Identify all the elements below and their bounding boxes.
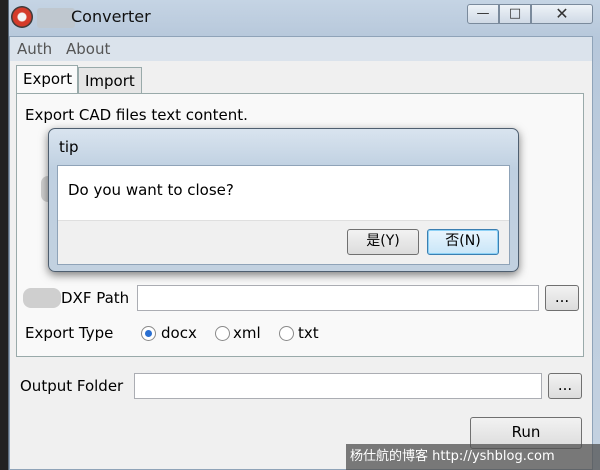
title-redacted (37, 8, 75, 28)
output-browse-button[interactable]: ... (548, 373, 582, 399)
tab-import[interactable]: Import (78, 67, 142, 93)
dialog-body: Do you want to close? 是(Y) 否(N) (57, 165, 510, 265)
redacted-blob (23, 288, 61, 308)
radio-txt-label[interactable]: txt (298, 324, 319, 342)
title-bar[interactable]: Converter — □ ✕ (9, 0, 600, 36)
radio-xml[interactable] (215, 326, 230, 341)
dialog-title: tip (59, 138, 79, 156)
menu-bar: Auth About (10, 37, 592, 61)
maximize-button[interactable]: □ (499, 4, 531, 24)
dxf-path-label: DXF Path (61, 289, 130, 307)
radio-docx-label[interactable]: docx (161, 324, 197, 342)
radio-xml-label[interactable]: xml (233, 324, 261, 342)
watermark: 杨仕航的博客 http://yshblog.com (346, 444, 600, 470)
no-button[interactable]: 否(N) (427, 229, 499, 255)
radio-txt[interactable] (279, 326, 294, 341)
dxf-browse-button[interactable]: ... (545, 285, 579, 311)
dialog-message: Do you want to close? (68, 181, 234, 199)
close-confirm-dialog: tip Do you want to close? 是(Y) 否(N) (48, 128, 519, 272)
app-logo-icon (11, 6, 33, 28)
dxf-path-input[interactable] (137, 285, 539, 311)
yes-button[interactable]: 是(Y) (347, 229, 419, 255)
close-button[interactable]: ✕ (531, 4, 593, 24)
radio-docx[interactable] (141, 326, 156, 341)
dialog-footer: 是(Y) 否(N) (58, 220, 509, 264)
export-type-label: Export Type (25, 324, 114, 342)
menu-about[interactable]: About (66, 40, 110, 58)
output-folder-input[interactable] (134, 373, 542, 399)
window-title: Converter (71, 7, 151, 26)
minimize-button[interactable]: — (467, 4, 499, 24)
export-description: Export CAD files text content. (25, 106, 248, 124)
tab-export[interactable]: Export (16, 65, 78, 93)
menu-auth[interactable]: Auth (17, 40, 52, 58)
output-folder-label: Output Folder (20, 377, 124, 395)
